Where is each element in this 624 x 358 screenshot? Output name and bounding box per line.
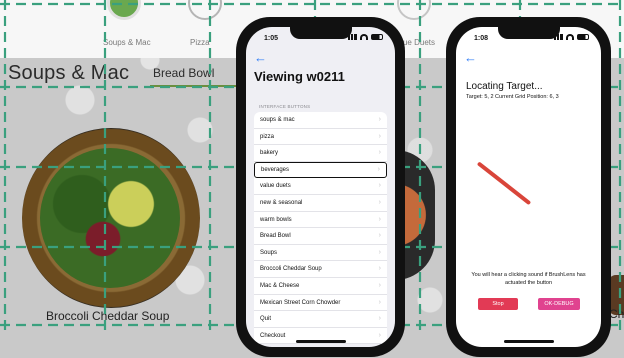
- wifi-icon: [566, 34, 574, 40]
- item-caption[interactable]: Broccoli Cheddar Soup: [46, 309, 169, 323]
- category-label-pizza[interactable]: Pizza: [190, 38, 210, 47]
- list-item[interactable]: Bread Bowl ›: [254, 228, 387, 245]
- chevron-right-icon: ›: [378, 116, 381, 123]
- chevron-right-icon: ›: [378, 298, 381, 306]
- list-item-label: Mac & Cheese: [260, 282, 300, 289]
- list-item-label: warm bowls: [260, 216, 292, 223]
- list-item-label: new & seasonal: [260, 199, 303, 206]
- chevron-right-icon: ›: [377, 165, 380, 173]
- subcategory-underline: [150, 85, 242, 87]
- list-item-label: Bread Bowl: [260, 233, 291, 240]
- wifi-icon: [360, 34, 368, 40]
- list-item-label: pizza: [260, 133, 275, 140]
- list-item-label: Broccoli Cheddar Soup: [260, 266, 322, 273]
- list-item-label: value duets: [260, 183, 291, 190]
- list-item[interactable]: bakery ›: [254, 145, 387, 162]
- page-title: Viewing w0211: [254, 69, 345, 84]
- list-item[interactable]: value duets ›: [254, 178, 387, 195]
- chevron-right-icon: ›: [378, 281, 381, 289]
- status-time: 1:08: [474, 35, 489, 42]
- list-item-label: Quit: [260, 316, 272, 323]
- list-item[interactable]: warm bowls ›: [254, 212, 387, 229]
- phone-notch: [497, 27, 560, 39]
- chevron-right-icon: ›: [378, 198, 381, 206]
- list-item[interactable]: Mac & Cheese ›: [254, 278, 387, 295]
- list-item[interactable]: Quit ›: [254, 311, 387, 328]
- hint-text: You will hear a clicking sound if BrushL…: [471, 272, 586, 286]
- subcategory-tab[interactable]: Bread Bowl: [153, 66, 214, 80]
- list-item[interactable]: new & seasonal ›: [254, 195, 387, 212]
- list-item[interactable]: Mexican Street Corn Chowder ›: [254, 295, 387, 312]
- section-header: INTERFACE BUTTONS: [259, 104, 311, 109]
- chevron-right-icon: ›: [378, 149, 381, 157]
- chevron-right-icon: ›: [378, 265, 381, 273]
- list-item-label: beverages: [261, 166, 290, 173]
- stop-button[interactable]: Stop: [478, 298, 518, 310]
- phone-notch: [289, 27, 352, 39]
- list-item-label: Mexican Street Corn Chowder: [260, 299, 341, 306]
- home-indicator: [503, 340, 554, 343]
- back-arrow-icon[interactable]: ←: [464, 51, 477, 64]
- chevron-right-icon: ›: [378, 182, 381, 190]
- phone-locating-screen: 1:08 ← Locating Target... Target: 5, 2 C…: [446, 17, 611, 357]
- status-time: 1:05: [264, 35, 279, 42]
- chevron-right-icon: ›: [378, 248, 381, 256]
- interface-button-list: soups & mac › pizza › bakery › beverages › value…: [254, 112, 387, 345]
- battery-icon: [371, 34, 383, 40]
- item-caption-partial: Cho: [609, 307, 624, 321]
- list-item-label: soups & mac: [260, 117, 295, 123]
- phone-screen: 1:05 ← Viewing w0211 INTERFACE BUTTONS s…: [246, 27, 395, 347]
- chevron-right-icon: ›: [378, 315, 381, 323]
- list-item-label: Checkout: [260, 332, 286, 339]
- list-item-label: Soups: [260, 249, 278, 256]
- battery-icon: [577, 34, 589, 40]
- home-indicator: [295, 340, 346, 343]
- phone-screen: 1:08 ← Locating Target... Target: 5, 2 C…: [456, 27, 601, 347]
- list-item[interactable]: Broccoli Cheddar Soup ›: [254, 261, 387, 278]
- list-item[interactable]: Soups ›: [254, 245, 387, 262]
- list-item[interactable]: pizza ›: [254, 129, 387, 146]
- back-arrow-icon[interactable]: ←: [254, 51, 267, 64]
- category-label-soups[interactable]: Soups & Mac: [103, 38, 151, 47]
- soup-image-contents: [40, 148, 180, 288]
- list-item[interactable]: beverages ›: [254, 161, 387, 179]
- chevron-right-icon: ›: [378, 232, 381, 240]
- chevron-right-icon: ›: [378, 215, 381, 223]
- locating-title: Locating Target...: [466, 81, 543, 92]
- chevron-right-icon: ›: [378, 331, 381, 339]
- target-position-text: Target: 5, 2 Current Grid Position: 6, 3: [466, 94, 559, 100]
- phone-viewing-screen: 1:05 ← Viewing w0211 INTERFACE BUTTONS s…: [236, 17, 405, 357]
- list-item-label: bakery: [260, 150, 279, 157]
- list-item[interactable]: soups & mac ›: [254, 112, 387, 129]
- chevron-right-icon: ›: [378, 132, 381, 140]
- direction-arrow-icon: [476, 161, 532, 206]
- active-category-title: Soups & Mac: [8, 62, 130, 84]
- ok-debug-button[interactable]: OK-DEBUG: [538, 298, 580, 310]
